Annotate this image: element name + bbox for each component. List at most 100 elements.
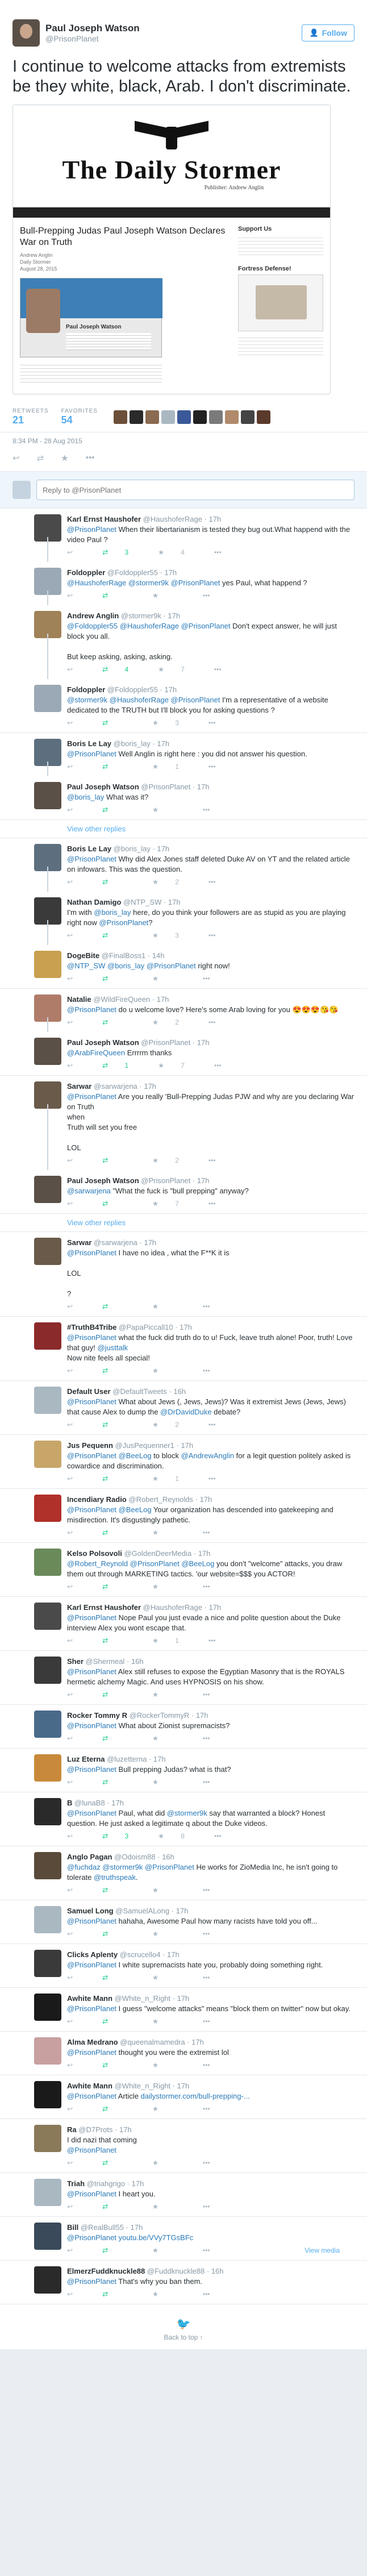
retweet-icon[interactable]: ⇄ (102, 1529, 137, 1537)
mention-link[interactable]: @HaushoferRage (110, 696, 169, 704)
favorite-icon[interactable]: ★ 3 (152, 931, 194, 939)
more-icon[interactable]: ••• (203, 1886, 225, 1894)
avatar[interactable] (34, 782, 61, 809)
retweet-icon[interactable]: ⇄ (102, 1156, 137, 1164)
avatar[interactable] (34, 2266, 61, 2294)
reply-tweet[interactable]: Luz Eterna @luzetterna · 17h @PrisonPlane… (0, 1749, 367, 1792)
mention-link[interactable]: @HaushoferRage (67, 579, 126, 587)
favorite-icon[interactable]: ★ (152, 2061, 188, 2069)
mention-link[interactable]: @BeeLog (181, 1559, 214, 1568)
mention-link[interactable]: @PrisonPlanet (67, 855, 116, 863)
reply-tweet[interactable]: Default User @DefaultTweets · 16h @Prison… (0, 1381, 367, 1435)
retweet-icon[interactable]: ⇄ 3 (102, 548, 143, 556)
mention-link[interactable]: @Robert_Reynold (67, 1559, 128, 1568)
avatar[interactable] (34, 1754, 61, 1782)
reply-author-name[interactable]: Boris Le Lay (67, 844, 111, 853)
more-icon[interactable]: ••• (203, 806, 225, 814)
avatar[interactable] (34, 1549, 61, 1576)
reply-icon[interactable]: ↩ (67, 1529, 87, 1537)
mention-link[interactable]: @PrisonPlanet (67, 1809, 116, 1817)
reply-icon[interactable]: ↩ (67, 1637, 87, 1645)
reply-tweet[interactable]: Kelso Polsovoli @GoldenDeerMedia · 17h @R… (0, 1543, 367, 1597)
mention-link[interactable]: @sarwarjena (67, 1187, 111, 1195)
favorite-icon[interactable]: ★ (152, 1529, 188, 1537)
avatar[interactable] (34, 844, 61, 871)
reply-author-handle[interactable]: @queenalmamedra · 17h (120, 2038, 204, 2046)
reply-author-handle[interactable]: @HaushoferRage · 17h (143, 515, 222, 523)
reply-tweet[interactable]: Sher @Shermeal · 16h @PrisonPlanet Alex s… (0, 1651, 367, 1705)
mention-link[interactable]: @PrisonPlanet (67, 1249, 116, 1257)
reply-icon[interactable]: ↩ (67, 1302, 87, 1310)
avatar[interactable] (34, 1852, 61, 1879)
reply-icon[interactable]: ↩ (67, 2105, 87, 2113)
favorite-icon[interactable]: ★ 2 (152, 1018, 194, 1026)
avatar[interactable] (34, 2081, 61, 2108)
more-icon[interactable]: ••• (208, 1475, 231, 1483)
reply-tweet[interactable]: Sarwar @sarwarjena · 17h @PrisonPlanet I … (0, 1232, 367, 1317)
reply-author-handle[interactable]: @White_n_Right · 17h (115, 1994, 190, 2003)
retweet-icon[interactable]: ⇄ (102, 1367, 137, 1375)
reply-tweet[interactable]: Foldoppler @Foldoppler55 · 17h @Haushofer… (0, 562, 367, 605)
mention-link[interactable]: @stormer9k (67, 696, 107, 704)
reply-input[interactable] (36, 480, 355, 500)
reply-icon[interactable]: ↩ (67, 548, 87, 556)
reply-author-name[interactable]: Bill (67, 2223, 78, 2232)
reply-author-handle[interactable]: @PapaPiccall10 · 17h (119, 1323, 192, 1331)
mention-link[interactable]: @Foldoppler55 (67, 622, 118, 630)
mention-link[interactable]: @PrisonPlanet (67, 1005, 116, 1014)
more-icon[interactable]: ••• (203, 1367, 225, 1375)
reply-icon[interactable]: ↩ (67, 2159, 87, 2167)
reply-author-handle[interactable]: @luzetterna · 17h (107, 1755, 166, 1763)
favorite-icon[interactable]: ★ 2 (152, 878, 194, 886)
mention-link[interactable]: @ArabFireQueen (67, 1048, 125, 1057)
back-to-top-link[interactable]: Back to top ↑ (164, 2333, 203, 2341)
more-icon[interactable]: ••• (203, 975, 225, 983)
mention-link[interactable]: @PrisonPlanet (67, 2146, 116, 2154)
favorite-icon[interactable]: ★ (152, 1886, 188, 1894)
favorite-icon[interactable]: ★ 8 (158, 1832, 199, 1840)
retweet-icon[interactable]: ⇄ 4 (102, 665, 143, 673)
more-icon[interactable]: ••• (203, 592, 225, 600)
favorite-icon[interactable]: ★ 2 (152, 1156, 194, 1164)
author-display-name[interactable]: Paul Joseph Watson (45, 23, 302, 34)
avatar[interactable] (34, 1711, 61, 1738)
favorite-icon[interactable]: ★ (152, 2246, 188, 2254)
favorite-icon[interactable]: ★ 1 (152, 1475, 194, 1483)
reply-author-name[interactable]: Alma Medrano (67, 2038, 118, 2046)
follow-button[interactable]: 👤 Follow (302, 24, 355, 41)
favorite-icon[interactable]: ★ (152, 2105, 188, 2113)
retweet-icon[interactable]: ⇄ (102, 1018, 137, 1026)
favorite-icon[interactable]: ★ 7 (152, 1200, 194, 1208)
reply-author-handle[interactable]: @PrisonPlanet · 17h (141, 1038, 209, 1047)
reply-author-name[interactable]: DogeBite (67, 951, 99, 960)
reply-author-name[interactable]: Kelso Polsovoli (67, 1549, 122, 1558)
avatar[interactable] (34, 2125, 61, 2152)
author-avatar[interactable] (12, 19, 40, 47)
retweet-icon[interactable]: ⇄ (102, 719, 137, 727)
mention-link[interactable]: @PrisonPlanet (67, 1092, 116, 1101)
reply-author-handle[interactable]: @triahgrigo · 17h (87, 2179, 144, 2188)
author-handle[interactable]: @PrisonPlanet (45, 34, 302, 43)
reply-author-name[interactable]: Samuel Long (67, 1907, 114, 1915)
reply-tweet[interactable]: Samuel Long @SamuelALong · 17h @PrisonPla… (0, 1900, 367, 1944)
reply-author-name[interactable]: B (67, 1799, 72, 1807)
retweet-icon[interactable]: ⇄ 3 (102, 1832, 143, 1840)
retweet-icon[interactable]: ⇄ (102, 2290, 137, 2298)
mention-link[interactable]: @stormer9k (102, 1863, 143, 1871)
mention-link[interactable]: @PrisonPlanet (171, 579, 220, 587)
favoriter-avatar[interactable] (161, 410, 175, 424)
reply-author-name[interactable]: Awhite Mann (67, 2082, 112, 2090)
favorite-icon[interactable]: ★ (152, 1974, 188, 1982)
retweet-icon[interactable]: ⇄ (102, 1778, 137, 1786)
more-icon[interactable]: ••• (203, 2203, 225, 2211)
mention-link[interactable]: @AndrewAnglin (181, 1451, 234, 1460)
reply-icon[interactable]: ↩ (67, 1018, 87, 1026)
more-icon[interactable]: ••• (208, 1421, 231, 1429)
reply-icon[interactable]: ↩ (67, 2017, 87, 2025)
reply-tweet[interactable]: Foldoppler @Foldoppler55 · 17h @stormer9k… (0, 679, 367, 733)
avatar[interactable] (34, 1238, 61, 1265)
more-icon[interactable]: ••• (208, 1156, 231, 1164)
reply-tweet[interactable]: Sarwar @sarwarjena · 17h @PrisonPlanet Ar… (0, 1076, 367, 1170)
more-icon[interactable]: ••• (203, 1974, 225, 1982)
reply-author-name[interactable]: Foldoppler (67, 685, 105, 694)
